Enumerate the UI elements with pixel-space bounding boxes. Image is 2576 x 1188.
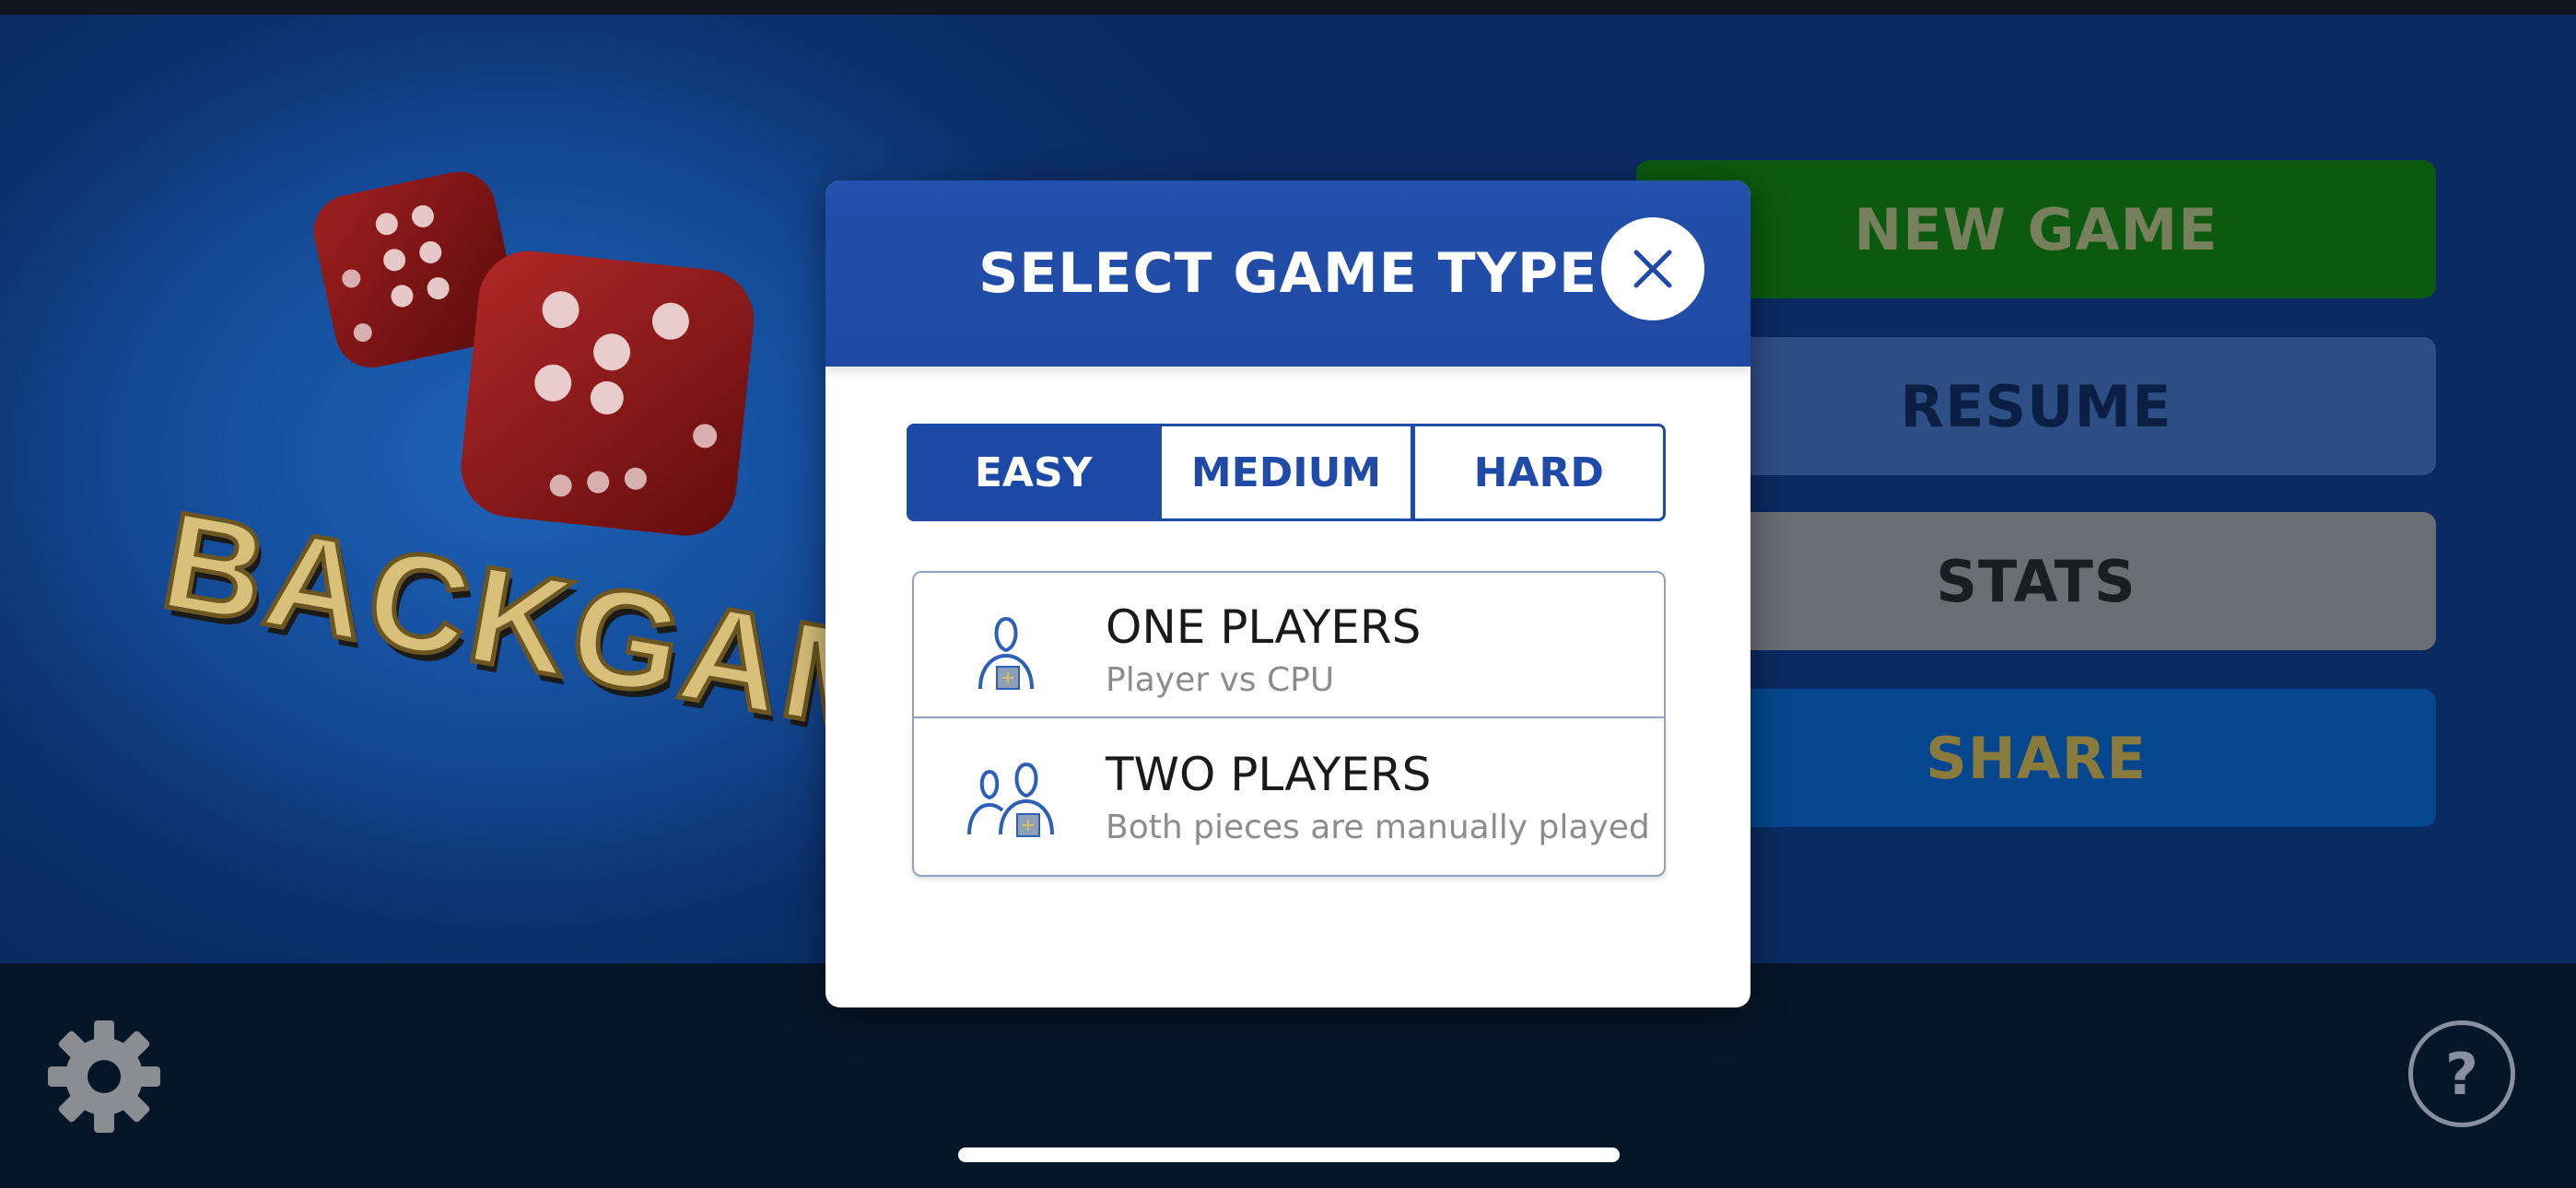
game-type-list: ONE PLAYERS Player vs CPU TWO PLAYERS Bo… (912, 571, 1666, 877)
option-subtitle: Both pieces are manually played (1106, 809, 1650, 846)
close-button[interactable] (1601, 217, 1704, 320)
stats-button[interactable]: STATS (1636, 512, 2436, 650)
share-button[interactable]: SHARE (1636, 689, 2436, 827)
home-indicator[interactable] (958, 1147, 1620, 1162)
option-subtitle: Player vs CPU (1106, 661, 1335, 699)
tab-hard[interactable]: HARD (1411, 424, 1666, 521)
two-players-icon (966, 755, 1067, 844)
tab-easy[interactable]: EASY (907, 424, 1161, 521)
game-screen: BACKGAMM NEW GAME RESUME STATS SHARE ? S… (0, 0, 2576, 1188)
two-players-option[interactable]: TWO PLAYERS Both pieces are manually pla… (912, 716, 1666, 877)
resume-button[interactable]: RESUME (1636, 337, 2436, 475)
one-players-option[interactable]: ONE PLAYERS Player vs CPU (912, 571, 1666, 718)
help-glyph: ? (2445, 1040, 2478, 1108)
status-strip (0, 0, 2576, 15)
new-game-button[interactable]: NEW GAME (1636, 160, 2436, 298)
select-game-type-modal: SELECT GAME TYPE EASY MEDIUM HARD ONE PL… (825, 181, 1751, 1007)
gear-icon[interactable] (46, 1019, 162, 1135)
single-player-icon (966, 610, 1067, 698)
dice-icon (295, 157, 811, 562)
close-icon (1633, 250, 1672, 288)
help-icon[interactable]: ? (2408, 1020, 2515, 1127)
option-title: TWO PLAYERS (1106, 748, 1432, 801)
option-title: ONE PLAYERS (1106, 600, 1422, 654)
difficulty-tabs: EASY MEDIUM HARD (907, 424, 1666, 521)
tab-medium[interactable]: MEDIUM (1159, 424, 1413, 521)
